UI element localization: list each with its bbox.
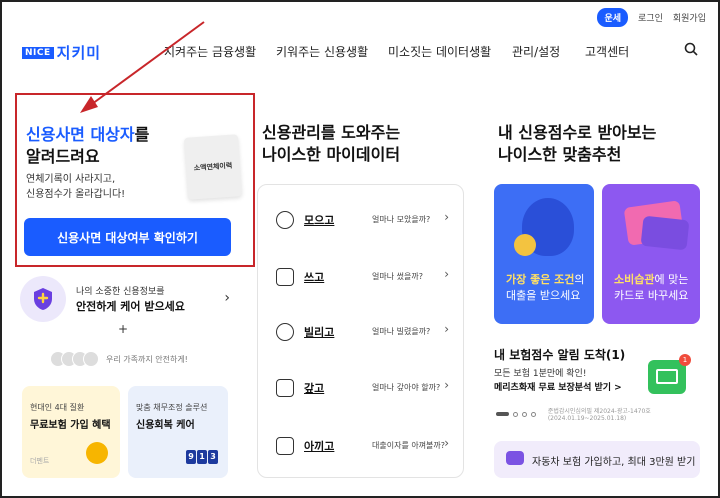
window-frame: [0, 0, 720, 498]
